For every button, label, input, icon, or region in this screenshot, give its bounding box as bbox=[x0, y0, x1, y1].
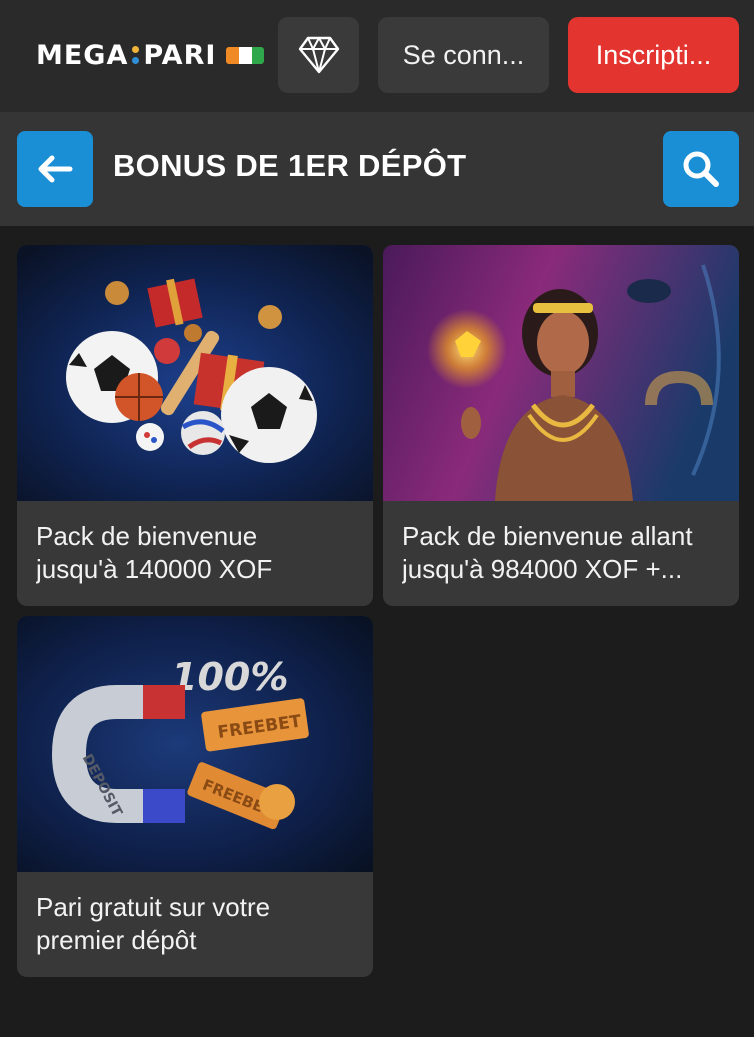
page-title: BONUS DE 1ER DÉPÔT bbox=[113, 148, 467, 183]
art-percent-text: 100% bbox=[171, 655, 288, 699]
vip-diamond-button[interactable] bbox=[278, 17, 359, 93]
logo-text-left: MEGA bbox=[36, 39, 129, 71]
register-button[interactable]: Inscripti... bbox=[568, 17, 739, 93]
card-title: Pari gratuit sur votre premier dépôt bbox=[36, 891, 361, 957]
bonus-card-freebet[interactable]: 100% DEPOSIT FREEBET FREEBET Pari gratui… bbox=[17, 616, 373, 977]
country-flag-icon[interactable] bbox=[226, 46, 265, 64]
login-button[interactable]: Se conn... bbox=[378, 17, 549, 93]
card-title-line-2: premier dépôt bbox=[36, 925, 197, 955]
search-button[interactable] bbox=[663, 131, 739, 207]
logo-colon bbox=[132, 46, 140, 64]
card-title-line-1: Pari gratuit sur votre bbox=[36, 892, 271, 922]
top-bar: MEGA PARI Se conn... Inscripti... bbox=[0, 0, 754, 112]
bonus-card-sports[interactable]: Pack de bienvenue jusqu'à 140000 XOF bbox=[17, 245, 373, 606]
card-title: Pack de bienvenue allant jusqu'à 984000 … bbox=[402, 520, 727, 586]
arrow-left-icon bbox=[38, 155, 73, 183]
diamond-icon bbox=[298, 36, 339, 74]
search-icon bbox=[683, 151, 719, 187]
card-image-freebet: 100% DEPOSIT FREEBET FREEBET bbox=[17, 616, 373, 872]
card-title: Pack de bienvenue jusqu'à 140000 XOF bbox=[36, 520, 361, 586]
card-title-line-2: jusqu'à 140000 XOF bbox=[36, 554, 273, 584]
card-image-sports bbox=[17, 245, 373, 501]
card-title-line-1: Pack de bienvenue allant bbox=[402, 521, 693, 551]
back-button[interactable] bbox=[17, 131, 93, 207]
card-title-line-1: Pack de bienvenue bbox=[36, 521, 258, 551]
card-image-casino bbox=[383, 245, 739, 501]
megapari-logo[interactable]: MEGA PARI bbox=[36, 38, 265, 72]
card-title-line-2: jusqu'à 984000 XOF +... bbox=[402, 554, 683, 584]
bonus-card-casino[interactable]: Pack de bienvenue allant jusqu'à 984000 … bbox=[383, 245, 739, 606]
page-header: BONUS DE 1ER DÉPÔT bbox=[0, 112, 754, 226]
logo-text-right: PARI bbox=[143, 39, 217, 71]
